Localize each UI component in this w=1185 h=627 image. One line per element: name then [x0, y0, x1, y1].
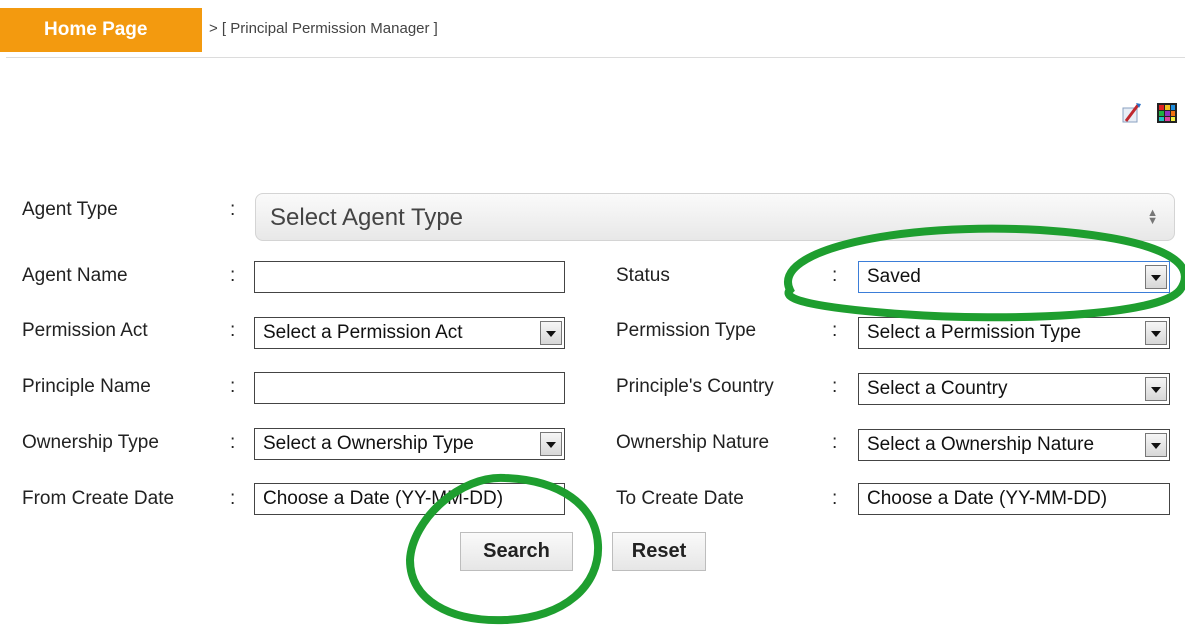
header-divider [6, 57, 1185, 58]
principle-name-label: Principle Name [22, 376, 151, 397]
chevron-down-icon [1145, 377, 1167, 401]
permission-act-select[interactable]: Select a Permission Act [254, 317, 565, 349]
ownership-type-select[interactable]: Select a Ownership Type [254, 428, 565, 460]
agent-type-label: Agent Type [22, 199, 118, 220]
colon: : [230, 432, 236, 453]
from-create-date-label: From Create Date [22, 488, 175, 509]
permission-act-label: Permission Act [22, 320, 148, 341]
colon: : [832, 265, 838, 286]
colon: : [832, 320, 838, 341]
colon: : [832, 376, 838, 397]
permission-type-select[interactable]: Select a Permission Type [858, 317, 1170, 349]
principle-country-select[interactable]: Select a Country [858, 373, 1170, 405]
to-create-date-input[interactable] [858, 483, 1170, 515]
permission-type-label: Permission Type [616, 320, 757, 341]
status-label: Status [616, 265, 670, 286]
permission-act-value: Select a Permission Act [263, 322, 463, 343]
principle-country-label: Principle's Country [616, 376, 774, 397]
colon: : [832, 488, 838, 509]
colon: : [832, 432, 838, 453]
agent-type-select[interactable]: Select Agent Type ▲ ▼ [255, 193, 1175, 241]
chevron-down-icon [1145, 265, 1167, 289]
chevron-down-icon [540, 432, 562, 456]
color-grid-icon[interactable] [1156, 102, 1178, 124]
ownership-type-value: Select a Ownership Type [263, 433, 474, 454]
chevron-down-icon [1145, 433, 1167, 457]
annotation-overlay [405, 224, 1185, 625]
colon: : [230, 376, 236, 397]
home-page-button[interactable]: Home Page [0, 8, 202, 52]
to-create-date-label: To Create Date [616, 488, 744, 509]
ownership-type-label: Ownership Type [22, 432, 159, 453]
edit-icon[interactable] [1121, 102, 1143, 124]
colon: : [230, 488, 236, 509]
agent-name-label: Agent Name [22, 265, 128, 286]
ownership-nature-label: Ownership Nature [616, 432, 770, 453]
permission-type-value: Select a Permission Type [867, 322, 1082, 343]
updown-arrows-icon: ▲ ▼ [1147, 207, 1158, 227]
from-create-date-input[interactable] [254, 483, 565, 515]
ownership-nature-value: Select a Ownership Nature [867, 434, 1095, 455]
colon: : [230, 199, 236, 220]
status-select[interactable]: Saved [858, 261, 1170, 293]
principle-name-input[interactable] [254, 372, 565, 404]
principle-country-value: Select a Country [867, 378, 1008, 399]
status-value: Saved [867, 266, 921, 287]
colon: : [230, 320, 236, 341]
ownership-nature-select[interactable]: Select a Ownership Nature [858, 429, 1170, 461]
colon: : [230, 265, 236, 286]
breadcrumb: > [ Principal Permission Manager ] [209, 20, 438, 37]
search-button[interactable]: Search [460, 532, 573, 571]
agent-name-input[interactable] [254, 261, 565, 293]
reset-button[interactable]: Reset [612, 532, 706, 571]
chevron-down-icon [1145, 321, 1167, 345]
chevron-down-icon [540, 321, 562, 345]
agent-type-placeholder: Select Agent Type [270, 204, 464, 231]
